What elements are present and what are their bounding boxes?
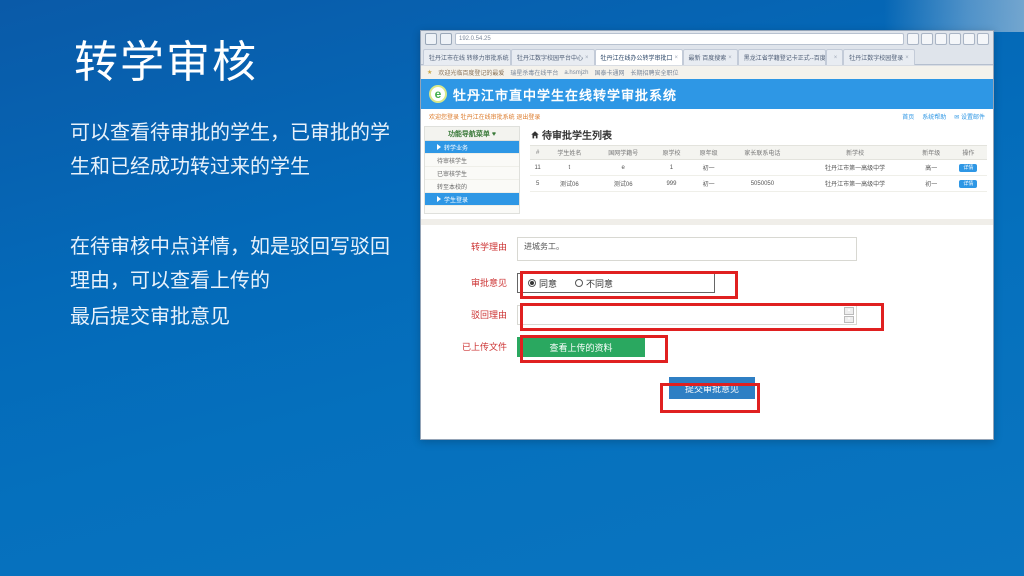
sidebar: 功能导航菜单 ♥ 转学业务 待审核学生 已审核学生 转至本校的 学生登录 (424, 126, 520, 214)
sidebar-header: 功能导航菜单 ♥ (425, 127, 519, 141)
table-title: 待审批学生列表 (530, 127, 987, 142)
detail-button[interactable]: 详情 (959, 180, 977, 188)
radio-disagree[interactable]: 不同意 (575, 277, 613, 290)
browser-tab[interactable]: 牡丹江数字校园平台中心× (511, 49, 595, 65)
reload-button[interactable] (907, 33, 919, 45)
slide-title: 转学审核 (74, 26, 258, 90)
reject-reason-input[interactable]: ▴▾ (517, 305, 857, 325)
tab-row: 牡丹江市在线 转移力审批系统× 牡丹江数字校园平台中心× 牡丹江在线办公转学审批… (421, 47, 993, 65)
browser-chrome: 192.0.54.25 牡丹江市在线 转移力审批系统× 牡丹江数字校园平台中心×… (421, 31, 993, 65)
favorites-bar: ★ 欢迎光临百度登记的最爱 瑞星杀毒在线平台 a.hsmjzh 国泰卡通网 长期… (421, 65, 993, 79)
app-header: e 牡丹江市直中学生在线转学审批系统 (421, 79, 993, 109)
close-icon[interactable]: × (675, 55, 679, 61)
menu-button[interactable] (935, 33, 947, 45)
toolbar-buttons (907, 33, 989, 45)
opinion-radio-group: 同意 不同意 (517, 273, 715, 293)
top-section: 功能导航菜单 ♥ 转学业务 待审核学生 已审核学生 转至本校的 学生登录 待审批… (421, 123, 993, 219)
min-button[interactable] (949, 33, 961, 45)
browser-tab[interactable]: 牡丹江市在线 转移力审批系统× (423, 49, 511, 65)
table-row: 11te1初一牡丹江市第一高级中学高一详情 (530, 160, 987, 176)
decorative-corner (884, 0, 1024, 32)
screenshot-window: 192.0.54.25 牡丹江市在线 转移力审批系统× 牡丹江数字校园平台中心×… (420, 30, 994, 440)
welcome-bar: 欢迎您登录 牡丹江在线审批系统 退出登录 首页 系统帮助 ✉ 设置邮件 (421, 109, 993, 123)
detail-button[interactable]: 详情 (959, 164, 977, 172)
triangle-icon (437, 144, 441, 150)
label-files: 已上传文件 (461, 337, 517, 353)
fav-link[interactable]: 长期招聘安全职位 (630, 68, 678, 77)
close-icon[interactable]: × (585, 55, 589, 61)
forward-button[interactable] (440, 33, 452, 45)
radio-icon (528, 279, 536, 287)
reason-input[interactable]: 进城务工。 (517, 237, 857, 261)
sidebar-item-incoming[interactable]: 转至本校的 (425, 180, 519, 193)
slide-para-1: 可以查看待审批的学生，已审批的学生和已经成功转过来的学生 (70, 116, 390, 184)
link-home[interactable]: 首页 (902, 112, 914, 121)
sidebar-item-transfer[interactable]: 转学业务 (425, 141, 519, 154)
label-reject: 驳回理由 (461, 305, 517, 321)
fav-link[interactable]: 国泰卡通网 (594, 68, 624, 77)
browser-tab[interactable]: 最新 百度搜索× (683, 49, 738, 65)
favorites-hint: 欢迎光临百度登记的最爱 (438, 68, 504, 77)
welcome-text: 欢迎您登录 牡丹江在线审批系统 退出登录 (429, 112, 540, 121)
close-icon[interactable]: × (905, 55, 909, 61)
label-opinion: 审批意见 (461, 273, 517, 289)
view-uploads-button[interactable]: 查看上传的资料 (517, 337, 645, 357)
slide-para-3: 最后提交审批意见 (70, 300, 400, 334)
form-section: 转学理由 进城务工。 审批意见 同意 不同意 驳回理由 ▴▾ 已上传文件 查看上… (421, 219, 993, 440)
close-button[interactable] (977, 33, 989, 45)
table-area: 待审批学生列表 # 学生姓名 国网学籍号 原学校 原年级 家长联系电话 新学校 … (520, 123, 993, 219)
radio-icon (575, 279, 583, 287)
fav-link[interactable]: a.hsmjzh (564, 70, 588, 76)
browser-tab[interactable]: 黑龙江省学籍登记卡正式--百度文× (738, 49, 826, 65)
address-bar[interactable]: 192.0.54.25 (455, 33, 904, 45)
triangle-icon (437, 196, 441, 202)
sidebar-item-approved[interactable]: 已审核学生 (425, 167, 519, 180)
close-icon[interactable]: × (834, 55, 838, 61)
browser-tab[interactable]: 牡丹江数字校园登录× (843, 49, 915, 65)
home-button[interactable] (921, 33, 933, 45)
radio-agree[interactable]: 同意 (528, 277, 557, 290)
spinner-icon[interactable]: ▴▾ (844, 307, 854, 323)
link-help[interactable]: 系统帮助 (922, 112, 946, 121)
table-row: 5测试06测试06999初一5050050牡丹江市第一高级中学初一详情 (530, 176, 987, 192)
link-mail[interactable]: ✉ 设置邮件 (954, 112, 985, 121)
browser-tab[interactable]: × (826, 49, 844, 65)
pending-table: # 学生姓名 国网学籍号 原学校 原年级 家长联系电话 新学校 新年级 操作 1… (530, 145, 987, 192)
back-button[interactable] (425, 33, 437, 45)
sidebar-item-student-login[interactable]: 学生登录 (425, 193, 519, 206)
submit-opinion-button[interactable]: 提交审批意见 (669, 377, 755, 399)
fav-link[interactable]: 瑞星杀毒在线平台 (510, 68, 558, 77)
app-logo-icon: e (429, 85, 447, 103)
close-icon[interactable]: × (728, 55, 732, 61)
browser-tab[interactable]: 牡丹江在线办公转学审批口× (595, 49, 683, 65)
slide-para-2: 在待审核中点详情，如是驳回写驳回理由，可以查看上传的 (70, 230, 400, 298)
max-button[interactable] (963, 33, 975, 45)
app-title: 牡丹江市直中学生在线转学审批系统 (453, 85, 677, 104)
home-icon (530, 130, 540, 140)
star-icon: ★ (427, 69, 432, 76)
sidebar-item-pending[interactable]: 待审核学生 (425, 154, 519, 167)
label-reason: 转学理由 (461, 237, 517, 253)
